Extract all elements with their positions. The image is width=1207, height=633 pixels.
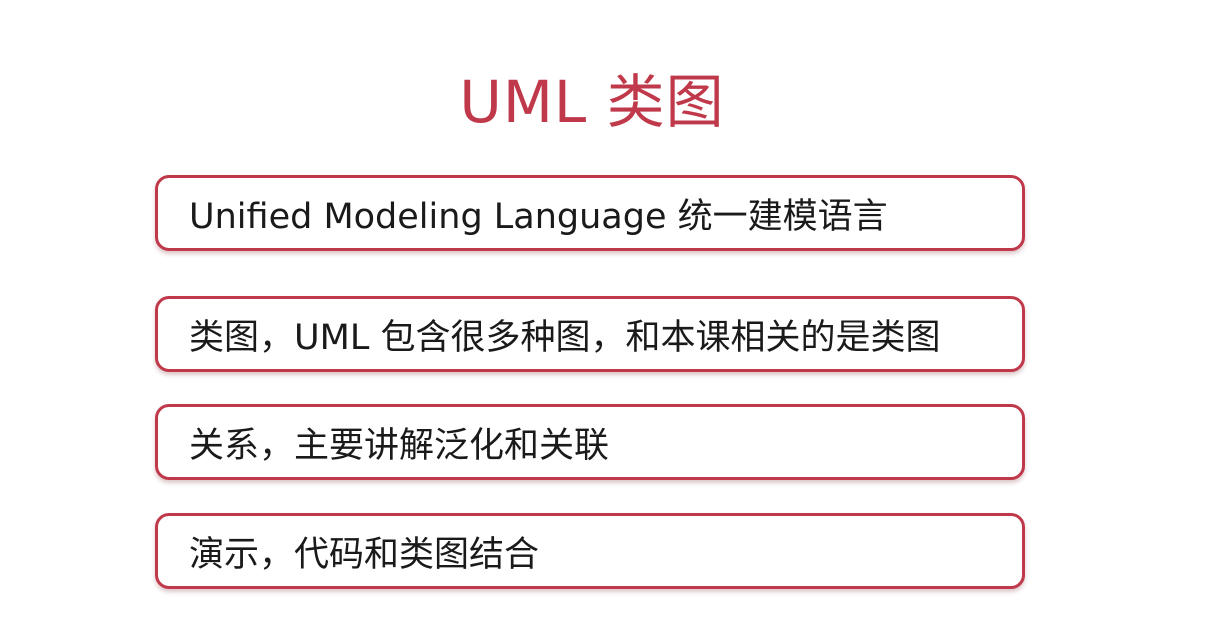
bullet-card-text: 类图，UML 包含很多种图，和本课相关的是类图 [189, 317, 941, 358]
slide-title: UML 类图 [459, 68, 725, 136]
bullet-card-demo: 演示，代码和类图结合 [155, 513, 1025, 589]
bullet-card-text: Unified Modeling Language 统一建模语言 [189, 196, 888, 237]
bullet-card-uml-definition: Unified Modeling Language 统一建模语言 [155, 175, 1025, 251]
bullet-card-relations: 关系，主要讲解泛化和关联 [155, 404, 1025, 480]
slide: UML 类图 Unified Modeling Language 统一建模语言 … [0, 0, 1207, 633]
bullet-card-class-diagram: 类图，UML 包含很多种图，和本课相关的是类图 [155, 296, 1025, 372]
bullet-card-text: 演示，代码和类图结合 [189, 534, 540, 575]
bullet-card-text: 关系，主要讲解泛化和关联 [189, 425, 610, 466]
